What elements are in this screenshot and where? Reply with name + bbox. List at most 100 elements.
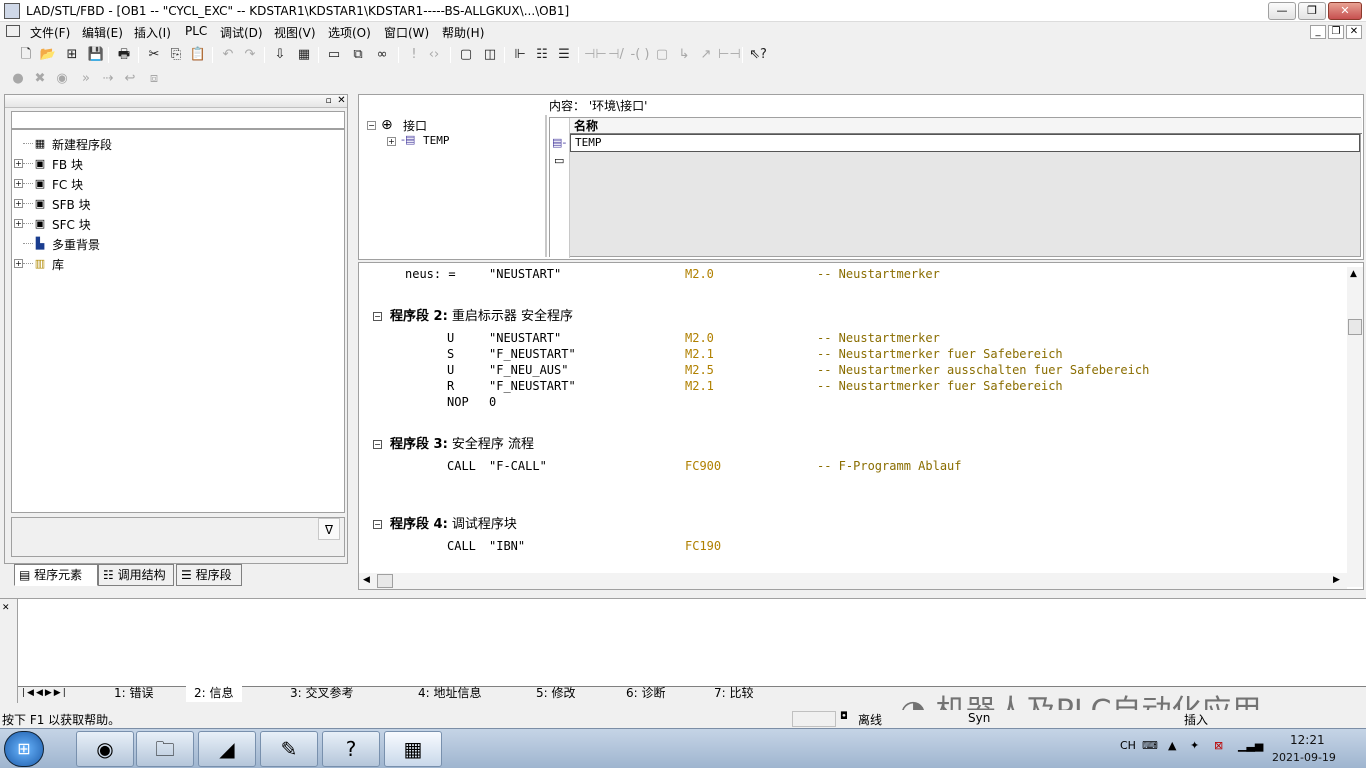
table-row[interactable]: TEMP [570, 134, 1360, 152]
network-3-title[interactable]: − 程序段 3: 安全程序 流程 [373, 433, 534, 452]
stl-code-editor[interactable]: neus: = "NEUSTART" M2.0 -- Neustartmerke… [358, 262, 1364, 590]
start-button[interactable]: ⊞ [4, 731, 44, 767]
tab-diagnostics[interactable]: 6: 诊断 [626, 686, 666, 702]
menu-insert[interactable]: 插入(I) [134, 24, 171, 41]
undo-icon[interactable]: ↶ [218, 45, 238, 65]
step-icon[interactable]: » [76, 69, 96, 89]
tab-call-structure[interactable]: ☷ 调用结构 [98, 564, 174, 586]
signal-icon[interactable]: ▁▃▅ [1238, 739, 1263, 752]
close-icon[interactable]: ✕ [2, 603, 10, 613]
collapse-icon[interactable]: − [373, 520, 382, 529]
print-icon[interactable]: 🖶 [114, 45, 134, 65]
help-cursor-icon[interactable]: ⇖? [748, 45, 768, 65]
mdi-minimize-button[interactable]: _ [1310, 25, 1326, 39]
simatic-manager-taskbar-icon[interactable]: ◢ [198, 731, 256, 767]
chrome-taskbar-icon[interactable]: ◉ [76, 731, 134, 767]
netpro-taskbar-icon[interactable]: ✎ [260, 731, 318, 767]
tree-item-sfb[interactable]: + ▣ SFB 块 [12, 194, 342, 214]
compare-icon[interactable]: ⧈ [144, 69, 164, 89]
scroll-left-icon[interactable]: ◀ [363, 575, 370, 585]
save-icon[interactable]: 💾 [86, 45, 106, 65]
prev-icon[interactable]: ! [404, 45, 424, 65]
box-icon[interactable]: ▢ [652, 45, 672, 65]
tree-item-library[interactable]: + ▥ 库 [12, 254, 342, 274]
horizontal-scrollbar[interactable]: ◀ ▶ [359, 573, 1347, 589]
scroll-right-icon[interactable]: ▶ [1333, 575, 1340, 585]
horizontal-scroll-thumb[interactable] [377, 574, 393, 588]
branch-close-icon[interactable]: ↗ [696, 45, 716, 65]
download-icon[interactable]: ⇩ [270, 45, 290, 65]
tab-compare[interactable]: 7: 比较 [714, 686, 754, 702]
interface-root-label[interactable]: 接口 [403, 117, 427, 134]
expand-icon[interactable]: + [14, 159, 23, 168]
document-icon[interactable] [6, 25, 20, 37]
explorer-taskbar-icon[interactable]: 🗀 [136, 731, 194, 767]
contact-no-icon[interactable]: ⊣⊢ [584, 45, 607, 65]
menu-file[interactable]: 文件(F) [30, 24, 70, 41]
expand-icon[interactable]: + [14, 259, 23, 268]
mdi-close-button[interactable]: ✕ [1346, 25, 1362, 39]
overview-icon[interactable]: ▭ [324, 45, 344, 65]
tray-expand-icon[interactable]: ▲ [1168, 739, 1176, 752]
close-button[interactable]: ✕ [1328, 2, 1362, 20]
monitor-icon[interactable]: ▦ [294, 45, 314, 65]
copy-icon[interactable]: ⎘ [166, 45, 186, 65]
stl-view-icon[interactable]: ☷ [532, 45, 552, 65]
lad-stl-fbd-taskbar-icon[interactable]: ▦ [384, 731, 442, 767]
network-error-icon[interactable]: ⊠ [1214, 739, 1223, 752]
tab-info[interactable]: 2: 信息 [186, 686, 242, 702]
mdi-restore-button[interactable]: ❐ [1328, 25, 1344, 39]
vertical-scroll-thumb[interactable] [1348, 319, 1362, 335]
keyboard-icon[interactable]: ⌨ [1142, 739, 1158, 752]
collapse-icon[interactable]: − [373, 440, 382, 449]
panel-close-icon[interactable]: ✕ [336, 96, 347, 107]
coil-icon[interactable]: -( ) [630, 45, 650, 65]
clock-time[interactable]: 12:21 [1290, 733, 1325, 747]
connection-icon[interactable]: ⊢⊣ [718, 45, 741, 65]
restore-button[interactable]: ❐ [1298, 2, 1326, 20]
menu-view[interactable]: 视图(V) [274, 24, 316, 41]
tree-item-fb[interactable]: + ▣ FB 块 [12, 154, 342, 174]
run-icon[interactable]: ● [8, 69, 28, 89]
tab-cross-reference[interactable]: 3: 交叉参考 [290, 686, 354, 702]
new-icon[interactable]: 🗋 [16, 45, 36, 65]
step-over-icon[interactable]: ⇢ [98, 69, 118, 89]
simatic-tray-icon[interactable]: ✦ [1190, 739, 1199, 752]
network-view-icon[interactable]: ⧉ [348, 45, 368, 65]
collapse-icon[interactable]: − [373, 312, 382, 321]
tree-item-fc[interactable]: + ▣ FC 块 [12, 174, 342, 194]
glasses-icon[interactable]: ∞ [372, 45, 392, 65]
tab-nav-icon[interactable]: |◀◀▶▶| [22, 688, 68, 698]
paste-icon[interactable]: 📋 [188, 45, 208, 65]
panel-restore-icon[interactable]: ▫ [323, 96, 334, 107]
tab-program-elements[interactable]: ▤ 程序元素 [14, 564, 98, 586]
step-out-icon[interactable]: ↩ [120, 69, 140, 89]
expand-icon[interactable]: + [14, 199, 23, 208]
tab-address-info[interactable]: 4: 地址信息 [418, 686, 482, 702]
vertical-scrollbar[interactable]: ▲ [1347, 267, 1363, 587]
prev-next-icon[interactable]: ‹› [424, 45, 444, 65]
menu-edit[interactable]: 编辑(E) [82, 24, 123, 41]
tab-errors[interactable]: 1: 错误 [114, 686, 154, 702]
tab-networks[interactable]: ☰ 程序段 [176, 564, 242, 586]
menu-options[interactable]: 选项(O) [328, 24, 371, 41]
info-toggle-icon[interactable]: ᐁ [318, 518, 340, 540]
ladder-view-icon[interactable]: ⊩ [510, 45, 530, 65]
tree-item-multi-instance[interactable]: ▙ 多重背景 [12, 234, 342, 254]
window-split-icon[interactable]: ◫ [480, 45, 500, 65]
help-taskbar-icon[interactable]: ? [322, 731, 380, 767]
collapse-icon[interactable]: − [367, 121, 376, 130]
interface-temp-label[interactable]: TEMP [423, 134, 450, 147]
open-icon[interactable]: 📂 [38, 45, 58, 65]
expand-icon[interactable]: + [14, 219, 23, 228]
menu-debug[interactable]: 调试(D) [220, 24, 263, 41]
stop-icon[interactable]: ✖ [30, 69, 50, 89]
tree-item-sfc[interactable]: + ▣ SFC 块 [12, 214, 342, 234]
window-icon[interactable]: ▢ [456, 45, 476, 65]
minimize-button[interactable]: — [1268, 2, 1296, 20]
menu-window[interactable]: 窗口(W) [384, 24, 429, 41]
accessible-nodes-icon[interactable]: ⊞ [62, 45, 82, 65]
language-indicator[interactable]: CH [1120, 739, 1136, 752]
branch-open-icon[interactable]: ↳ [674, 45, 694, 65]
tree-item-new-network[interactable]: ▦ 新建程序段 [12, 134, 342, 154]
